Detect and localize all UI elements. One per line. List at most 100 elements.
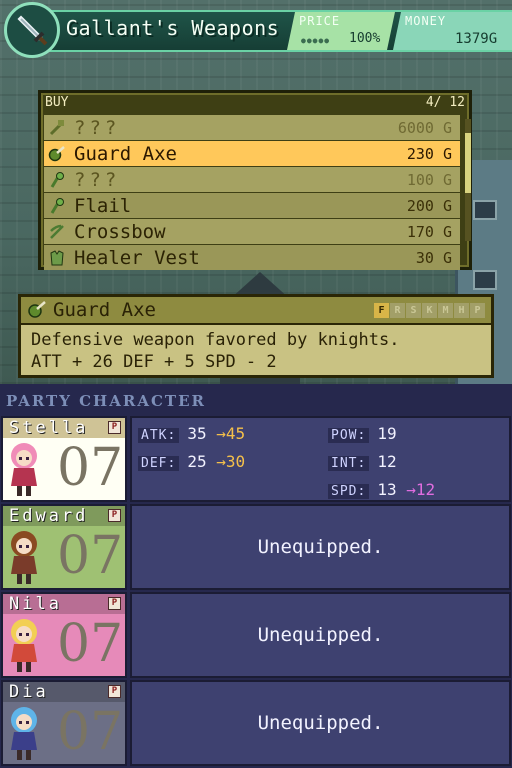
item-name: ??? [74,116,121,139]
character-card[interactable]: Nila P 07 [1,592,127,678]
item-detail-panel: Guard Axe FRSKMHP Defensive weapon favor… [18,294,494,378]
item-name: Crossbow [74,220,166,243]
money-label: MONEY [405,14,447,28]
character-stats-panel: ATK: 35 →45 POW: 19 DEF: 25 →30 INT: 12 SPD: 13 →… [130,416,511,502]
party-badge-icon: P [108,685,121,698]
character-level: 07 [57,526,124,586]
character-avatar [7,528,41,586]
character-avatar [7,704,41,762]
item-name: Healer Vest [74,246,200,269]
character-card[interactable]: Edward P 07 [1,504,127,590]
party-badge-icon: P [108,597,121,610]
spd-new-value: →12 [406,480,436,499]
item-price: 200 G [406,196,452,215]
character-avatar [7,616,41,674]
party-member-row[interactable]: Edward P 07 Unequipped. [0,504,512,590]
weapon-class-flags: FRSKMHP [374,303,485,318]
crossbow-icon [44,223,70,241]
def-new-value: →30 [216,452,246,471]
party-member-row[interactable]: Stella P 07 ATK: 35 →45 POW: 19 DEF: 25 →30 INT: 1… [0,416,512,502]
description-line-1: Defensive weapon favored by knights. [31,330,400,350]
def-value: 25 [187,452,207,471]
sword-icon [4,2,60,58]
buy-list-scrollbar[interactable] [465,119,471,241]
weapon-flag: K [422,303,437,318]
weapon-flag: S [406,303,421,318]
flail-icon [44,171,70,189]
buy-list-item[interactable]: Guard Axe 230 G [44,141,460,166]
atk-new-value: →45 [216,424,246,443]
character-card[interactable]: Dia P 07 [1,680,127,766]
equip-status: Unequipped. [257,624,384,646]
character-name: Nila [9,594,62,614]
price-dots-icon: ●●●●● [301,36,331,45]
price-box: PRICE ●●●●● 100% [287,12,395,50]
money-box: MONEY 1379G [393,12,512,50]
buy-list-item[interactable]: ??? 6000 G [44,115,460,140]
weapon-flag: H [454,303,469,318]
buy-list-item[interactable]: Flail 200 G [44,193,460,218]
buy-list-item[interactable]: Crossbow 170 G [44,219,460,244]
atk-value: 35 [187,424,207,443]
spd-value: 13 [377,480,397,499]
def-label: DEF: [138,456,180,471]
detail-header: Guard Axe FRSKMHP [21,297,491,325]
character-stats-panel: Unequipped. [130,680,511,766]
shop-title: Gallant's Weapons [66,16,280,40]
character-name: Dia [9,682,49,702]
party-badge-icon: P [108,509,121,522]
character-name: Stella [9,418,89,438]
scroll-thumb[interactable] [465,133,471,193]
character-avatar [7,440,41,498]
character-level: 07 [57,614,124,674]
character-level: 07 [57,438,124,498]
weapon-flag: R [390,303,405,318]
int-value: 12 [377,452,397,471]
description-line-2: ATT + 26 DEF + 5 SPD - 2 [31,352,277,372]
pow-value: 19 [377,424,397,443]
item-name: Flail [74,194,132,217]
party-badge-icon: P [108,421,121,434]
detail-item-name: Guard Axe [53,299,156,321]
buy-label: BUY [45,95,69,110]
item-price: 30 G [415,248,452,267]
weapon-flag: M [438,303,453,318]
weapon-flag: F [374,303,389,318]
buy-list-item[interactable]: Healer Vest 30 G [44,245,460,270]
money-value: 1379G [455,31,498,47]
character-name: Edward [9,506,89,526]
character-card[interactable]: Stella P 07 [1,416,127,502]
flail-icon [44,197,70,215]
item-description: Defensive weapon favored by knights. ATT… [31,329,399,373]
character-stats-panel: Unequipped. [130,592,511,678]
buy-count: 4/ 12 [425,95,465,110]
pow-label: POW: [328,428,370,443]
equip-status: Unequipped. [257,712,384,734]
buy-list-panel: BUY 4/ 12 ??? 6000 G Guard Axe 230 G??? 100 … [38,90,472,270]
price-label: PRICE [299,14,341,28]
axe-icon [44,145,70,163]
vest-icon [44,249,70,267]
price-value: 100% [349,31,381,46]
equip-status: Unequipped. [257,536,384,558]
party-title: PARTY CHARACTER [6,392,206,410]
character-stats-panel: Unequipped. [130,504,511,590]
item-price: 230 G [406,144,452,163]
buy-list-item[interactable]: ??? 100 G [44,167,460,192]
item-price: 170 G [406,222,452,241]
axe-icon [27,300,47,320]
party-member-row[interactable]: Nila P 07 Unequipped. [0,592,512,678]
atk-label: ATK: [138,428,180,443]
spd-label: SPD: [328,484,370,499]
item-name: Guard Axe [74,142,177,165]
item-price: 100 G [406,170,452,189]
bottom-screen: PARTY CHARACTER Stella P 07 ATK: 35 →45 POW: 1… [0,384,512,768]
party-member-row[interactable]: Dia P 07 Unequipped. [0,680,512,766]
item-name: ??? [74,168,121,191]
item-price: 6000 G [397,118,452,137]
hammer-icon [44,119,70,137]
character-level: 07 [57,702,124,762]
buy-header: BUY 4/ 12 [45,95,465,113]
top-screen: Gallant's Weapons PRICE ●●●●● 100% MONEY… [0,0,512,384]
int-label: INT: [328,456,370,471]
